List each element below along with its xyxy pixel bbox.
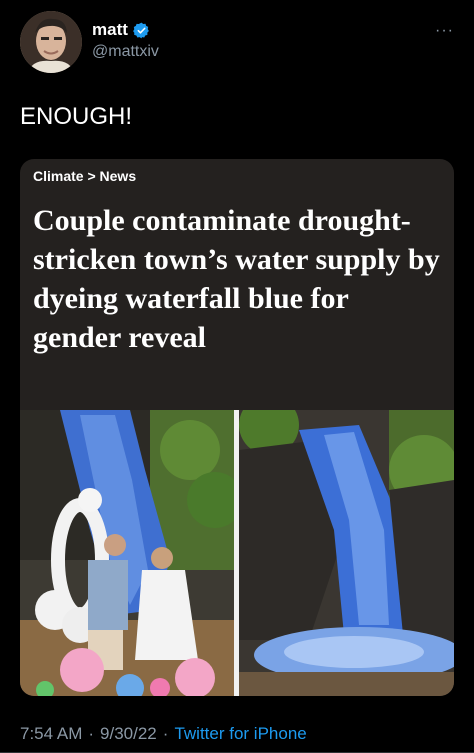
meta-separator: · xyxy=(88,724,95,743)
verified-badge-icon xyxy=(133,22,149,38)
display-name[interactable]: matt xyxy=(92,20,150,40)
link-card[interactable]: Climate > News Couple contaminate drough… xyxy=(20,159,454,696)
tweet-date[interactable]: 9/30/22 xyxy=(100,724,157,744)
tweet-time[interactable]: 7:54 AM xyxy=(20,724,82,744)
card-headline: Couple contaminate drought-stricken town… xyxy=(33,204,440,354)
user-handle[interactable]: @mattxiv xyxy=(92,43,159,61)
breadcrumb: Climate > News xyxy=(33,168,137,184)
tweet-text: ENOUGH! xyxy=(20,103,133,130)
display-name-text[interactable]: matt xyxy=(92,20,128,40)
more-dots-icon[interactable]: ··· xyxy=(435,22,454,40)
avatar[interactable] xyxy=(20,11,82,73)
tweet-source-link[interactable]: Twitter for iPhone xyxy=(174,724,306,744)
photo-waterfall-couple xyxy=(20,410,234,696)
meta-separator: · xyxy=(162,724,169,743)
tweet-meta: 7:54 AM · 9/30/22 · Twitter for iPhone xyxy=(20,724,307,744)
photo-waterfall-blue xyxy=(239,410,454,696)
